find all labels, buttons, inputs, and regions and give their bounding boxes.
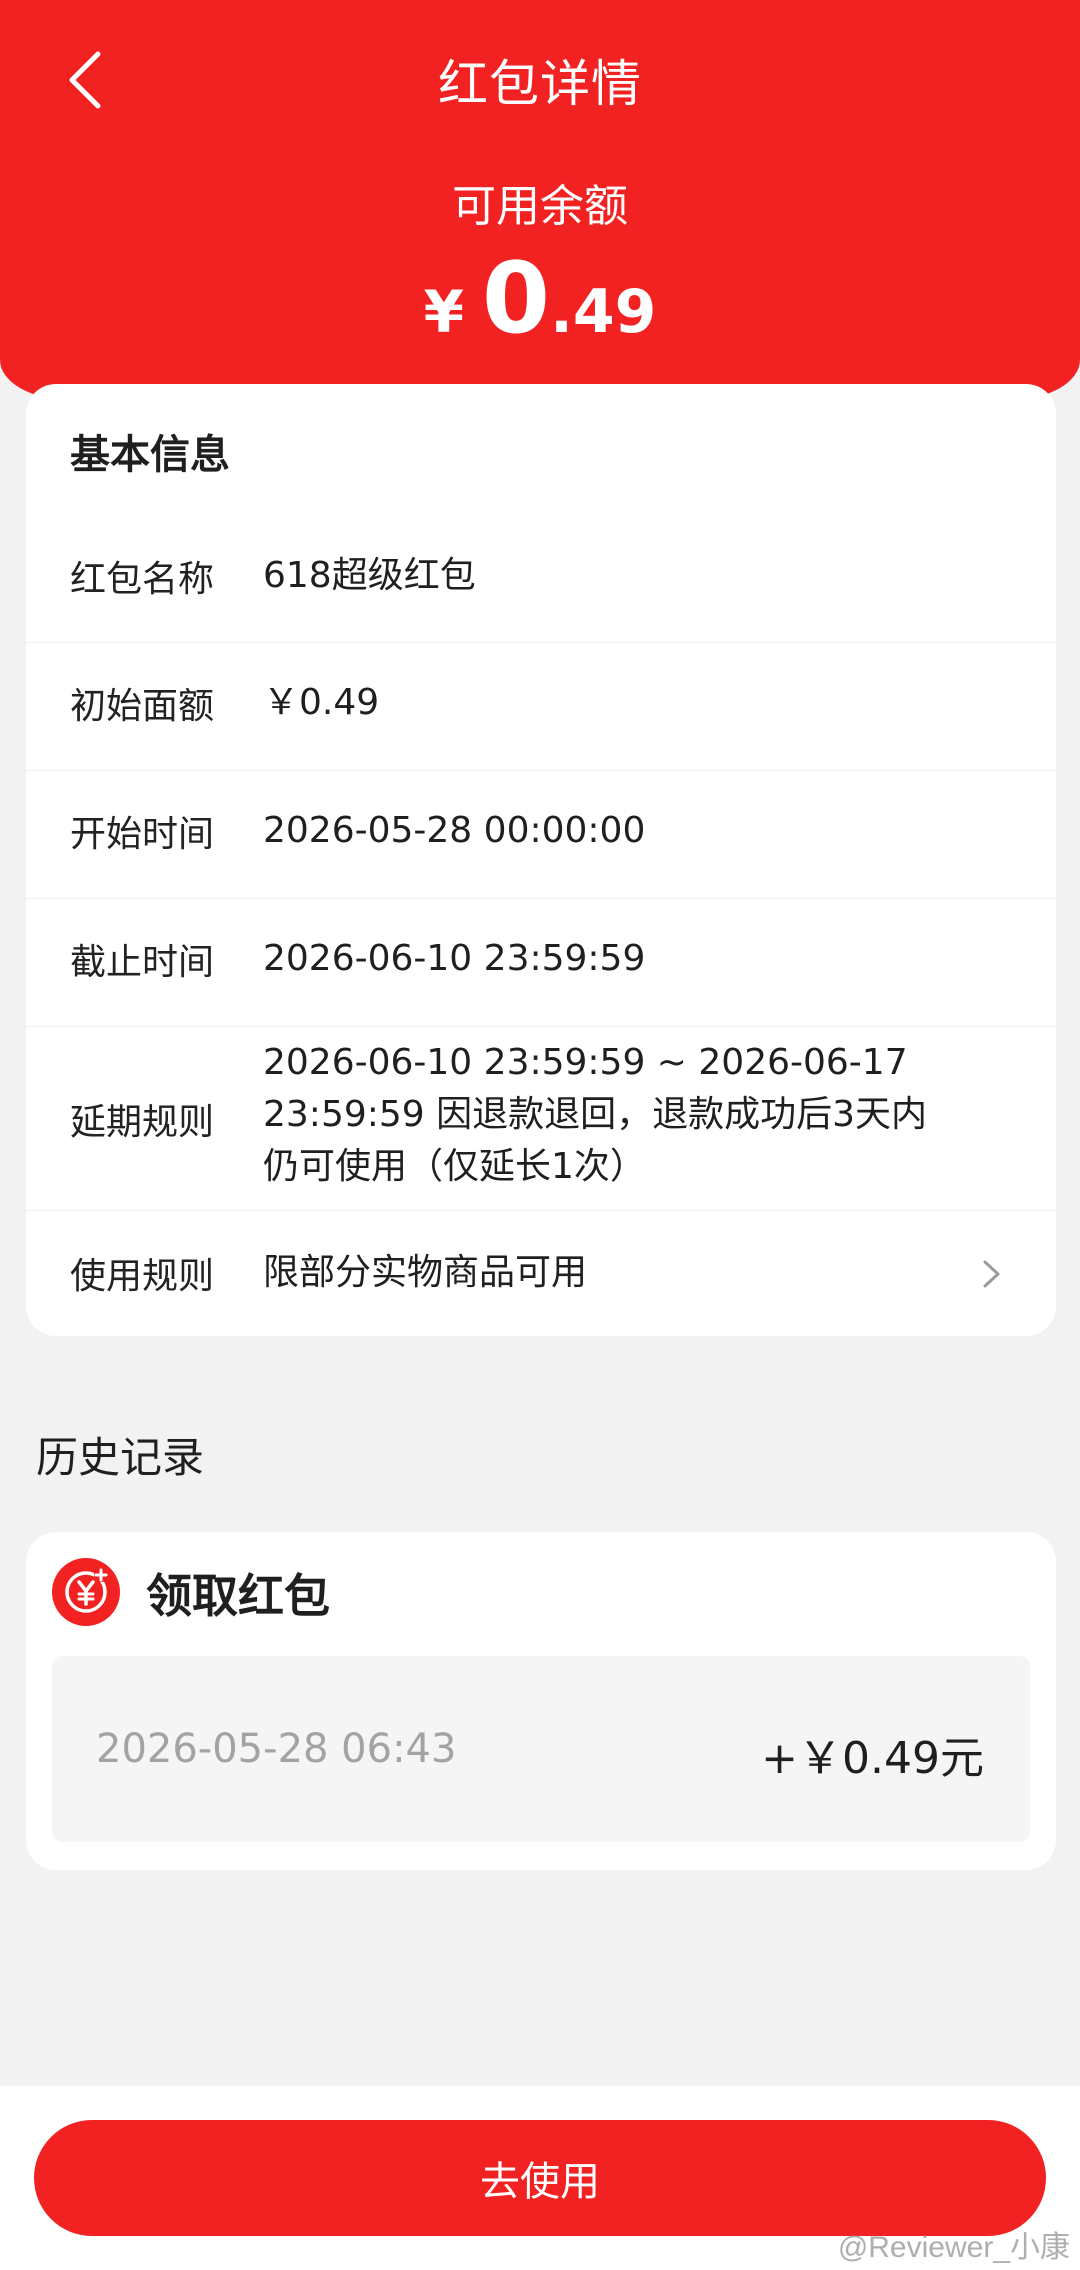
info-row-extension-rule: 延期规则 2026-06-10 23:59:59 ~ 2026-06-17 23… [26, 1026, 1056, 1211]
info-label: 截止时间 [70, 942, 215, 983]
info-row-start-time: 开始时间 2026-05-28 00:00:00 [26, 770, 1056, 899]
history-record: 2026-05-28 06:43 +￥0.49元 [52, 1656, 1030, 1842]
info-row-end-time: 截止时间 2026-06-10 23:59:59 [26, 898, 1056, 1027]
info-row-usage-rule[interactable]: 使用规则 限部分实物商品可用 [26, 1210, 1056, 1337]
info-label: 开始时间 [70, 814, 215, 855]
page-title: 红包详情 [438, 55, 642, 113]
use-now-button[interactable]: 去使用 [34, 2120, 1046, 2236]
watermark: @Reviewer_小康 [837, 2231, 1070, 2264]
balance-integer: 0 [481, 242, 551, 356]
extension-line: 2026-06-10 23:59:59 ~ 2026-06-17 [263, 1042, 908, 1083]
info-label: 初始面额 [70, 686, 215, 727]
history-section-title: 历史记录 [36, 1433, 205, 1482]
balance-decimal: .49 [550, 277, 657, 347]
info-value: 2026-05-28 00:00:00 [263, 810, 646, 851]
chevron-right-icon[interactable] [980, 1257, 1004, 1291]
basic-info-title: 基本信息 [70, 432, 230, 478]
history-record-amount: +￥0.49元 [761, 1733, 984, 1784]
info-value: 2026-06-10 23:59:59 [263, 938, 646, 979]
currency-symbol: ¥ [423, 278, 464, 346]
info-row-name: 红包名称 618超级红包 [26, 514, 1056, 642]
info-value: 限部分实物商品可用 [263, 1252, 588, 1293]
info-value: 2026-06-10 23:59:59 ~ 2026-06-17 23:59:5… [263, 1037, 983, 1193]
info-label: 红包名称 [70, 559, 215, 600]
header-banner: 红包详情 可用余额 ¥ 0 .49 [0, 0, 1080, 400]
extension-line: 仍可使用（仅延长1次） [263, 1146, 646, 1187]
info-value: 618超级红包 [263, 555, 476, 596]
basic-info-card: 基本信息 红包名称 618超级红包 初始面额 ￥0.49 开始时间 2026-0… [26, 384, 1056, 1336]
info-label: 使用规则 [70, 1256, 215, 1297]
info-value: ￥0.49 [263, 682, 380, 723]
info-label: 延期规则 [70, 1102, 215, 1143]
info-row-initial-amount: 初始面额 ￥0.49 [26, 642, 1056, 771]
history-record-time: 2026-05-28 06:43 [96, 1726, 457, 1772]
yen-coin-icon [52, 1558, 120, 1626]
extension-line: 23:59:59 因退款退回，退款成功后3天内 [263, 1094, 928, 1135]
history-record-type: 领取红包 [146, 1569, 330, 1623]
balance-amount: ¥ 0 .49 [0, 242, 1080, 356]
balance-label: 可用余额 [452, 181, 628, 232]
history-card: 领取红包 2026-05-28 06:43 +￥0.49元 [26, 1532, 1056, 1870]
